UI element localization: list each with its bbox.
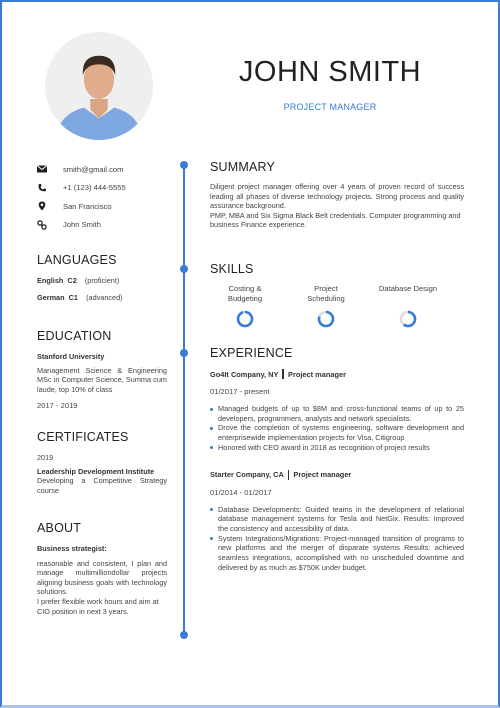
about-heading: ABOUT [37,521,82,535]
person-photo-icon [45,32,153,140]
skills-list: Costing & Budgeting Project Scheduling D… [210,284,464,328]
job-role: Project manager [293,470,352,480]
skill-level-ring [399,310,417,328]
phone-icon [38,183,46,192]
education-section: EDUCATION Stanford University Management… [37,329,167,411]
skills-section: SKILLS Costing & Budgeting Project Sched… [210,262,464,328]
separator [287,469,290,480]
about-text: reasonable and consistent, I plan and ma… [37,558,167,597]
skill-item: Database Design [372,284,444,328]
degree-description: Management Science & Engineering MSc in … [37,365,167,394]
timeline-dot [180,161,188,169]
skill-label: Scheduling [307,293,345,303]
link-text: John Smith [63,220,101,230]
language-note: (advanced) [86,292,123,302]
job-title: PROJECT MANAGER [283,102,377,112]
languages-section: LANGUAGES English C2 (proficient) German… [37,253,167,302]
language-level: C1 [68,292,78,302]
education-years: 2017 - 2019 [37,401,78,411]
job-bullet: Database Developments: Guided teams in t… [210,505,464,534]
language-item: English C2 (proficient) [37,276,167,286]
job-role: Project manager [288,369,346,379]
job-bullet: Managed budgets of up to $8M and cross-f… [210,404,464,423]
job-header: Go4It Company, NY Project manager [210,369,464,379]
language-item: German C1 (advanced) [37,293,167,303]
link-icon [37,220,47,230]
language-level: C2 [67,276,77,285]
job-entry: Starter Company, CA Project manager 01/2… [210,469,464,573]
skills-heading: SKILLS [210,262,254,276]
location-pin-icon [38,201,46,211]
separator [282,369,285,379]
contact-location: San Francisco [37,197,167,216]
job-entry: Go4It Company, NY Project manager 01/201… [210,369,464,453]
summary-section: SUMMARY Diligent project manager offerin… [210,160,464,230]
skill-label: Database Design [378,284,438,293]
skill-ring-fill [236,310,254,328]
timeline-dot [180,631,188,639]
languages-heading: LANGUAGES [37,253,117,267]
candidate-name: JOHN SMITH [238,56,422,88]
timeline-line [183,165,185,635]
certificates-heading: CERTIFICATES [37,430,129,444]
email-text: smith@gmail.com [63,164,124,174]
about-section: ABOUT Business strategist: reasonable an… [37,521,167,616]
education-heading: EDUCATION [37,329,112,343]
skill-label: Costing & [228,284,262,293]
skill-label: Budgeting [227,293,263,303]
summary-heading: SUMMARY [210,160,276,174]
contact-link[interactable]: John Smith [37,216,167,235]
job-header: Starter Company, CA Project manager [210,469,464,480]
certificates-section: CERTIFICATES 2019 Leadership Development… [37,430,167,495]
timeline-dot [180,349,188,357]
job-company: Starter Company, CA [210,470,284,480]
summary-text: PMP, MBA and Six Sigma Black Belt creden… [210,210,461,230]
certificate-institution: Leadership Development Institute [37,466,155,476]
language-note: (proficient) [84,276,120,285]
experience-section: EXPERIENCE Go4It Company, NY Project man… [210,346,464,572]
language-name: English [37,276,64,285]
job-bullets: Database Developments: Guided teams in t… [210,505,464,573]
summary-text: Diligent project manager offering over 4… [210,182,464,211]
skill-item: Project Scheduling [280,284,372,328]
envelope-icon [37,165,47,173]
job-bullet: Honored with CEO award in 2018 as recogn… [210,443,464,453]
skill-level-ring [317,310,335,328]
skill-label: Project [314,284,338,293]
timeline-dot [180,265,188,273]
skill-item: Costing & Budgeting [210,284,280,328]
location-text: San Francisco [63,201,112,211]
certificate-course: Developing a Competitive Strategy course [37,476,167,495]
job-dates: 01/2014 - 01/2017 [210,487,272,497]
contact-phone[interactable]: +1 (123) 444-5555 [37,179,167,198]
language-name: German [37,292,65,302]
phone-text: +1 (123) 444-5555 [63,183,126,193]
job-bullets: Managed budgets of up to $8M and cross-f… [210,404,464,453]
about-text: I prefer flexible work hours and aim at … [37,596,159,616]
about-subheading: Business strategist: [37,544,107,553]
job-bullet: System Integrations/Migrations: Project-… [210,534,464,573]
contact-list: smith@gmail.com +1 (123) 444-5555 San Fr… [37,160,167,234]
profile-photo [45,32,153,140]
skill-label [372,294,444,304]
school-name: Stanford University [37,352,105,361]
job-bullet: Drove the completion of systems engineer… [210,423,464,442]
job-company: Go4It Company, NY [210,369,279,379]
job-dates: 01/2017 - present [210,387,270,396]
skill-level-ring [236,310,254,328]
contact-email[interactable]: smith@gmail.com [37,160,167,179]
certificate-year: 2019 [37,453,54,462]
experience-heading: EXPERIENCE [210,346,293,360]
